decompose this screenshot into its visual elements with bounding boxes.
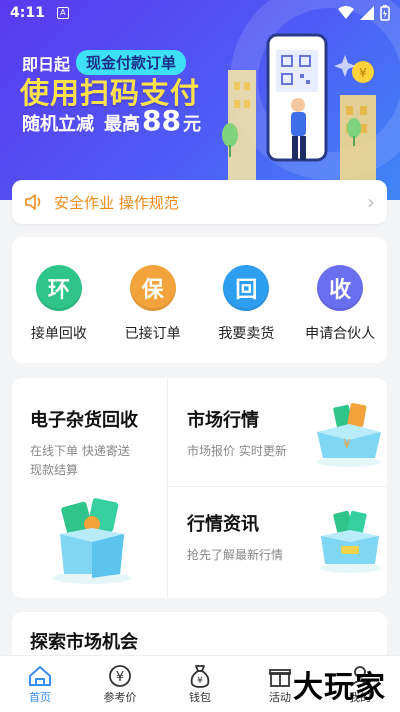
banner-unit: 元 <box>182 114 201 135</box>
quick-action-label: 已接订单 <box>124 326 181 342</box>
tab-reference-price[interactable]: ¥ 参考价 <box>80 656 160 712</box>
tab-wallet[interactable]: ¥ 钱包 <box>160 656 240 712</box>
feature-subtitle: 现款结算 <box>30 463 79 477</box>
home-icon <box>29 666 51 686</box>
notice-text: 安全作业 操作规范 <box>54 193 179 212</box>
quick-action-sell-goods[interactable]: 回 我要卖货 <box>202 265 290 363</box>
recycle-box-icon <box>52 498 132 584</box>
svg-text:¥: ¥ <box>116 670 124 685</box>
banner-amount: 88 <box>142 104 181 137</box>
quick-action-label: 接单回收 <box>30 326 87 342</box>
tab-label: 钱包 <box>189 691 211 704</box>
feature-subtitle: 在线下单 快递寄送 <box>30 444 130 458</box>
quick-action-accept-recycle[interactable]: 环 接单回收 <box>15 265 103 363</box>
feature-market-prices[interactable]: 市场行情 市场报价 实时更新 ¥ <box>169 378 387 487</box>
svg-text:¥: ¥ <box>197 676 203 686</box>
safety-notice-bar[interactable]: 安全作业 操作规范 › <box>12 180 387 224</box>
quick-action-label: 申请合伙人 <box>305 326 376 342</box>
status-time: 4:11 <box>10 5 45 21</box>
quick-action-apply-partner[interactable]: 收 申请合伙人 <box>296 265 384 363</box>
feature-subtitle: 抢先了解最新行情 <box>187 548 284 562</box>
news-box-icon <box>320 510 380 573</box>
yen-circle-icon: ¥ <box>109 665 131 687</box>
banner-line3: 随机立减 最高 88 元 <box>22 104 201 137</box>
tab-label: 首页 <box>29 691 51 704</box>
promo-banner[interactable]: 即日起 现金付款订单 使用扫码支付 随机立减 最高 88 元 ¥ <box>0 0 400 200</box>
explore-title: 探索市场机会 <box>30 632 138 653</box>
status-indicators <box>338 5 390 21</box>
quick-actions-panel: 环 接单回收 保 已接订单 回 我要卖货 收 申请合伙人 <box>12 237 387 363</box>
signal-icon <box>360 6 374 20</box>
speaker-icon <box>25 194 41 210</box>
svg-text:¥: ¥ <box>359 66 367 80</box>
wifi-icon <box>338 6 354 19</box>
partner-icon: 收 <box>317 265 364 311</box>
feature-title: 行情资讯 <box>187 514 259 535</box>
feature-market-news[interactable]: 行情资讯 抢先了解最新行情 <box>169 488 387 598</box>
tab-home[interactable]: 首页 <box>0 656 80 712</box>
chevron-right-icon: › <box>367 190 375 214</box>
svg-text:¥: ¥ <box>343 437 351 451</box>
battery-icon <box>380 5 390 21</box>
market-chart-icon: ¥ <box>317 403 381 467</box>
feature-title: 市场行情 <box>187 410 259 431</box>
status-bar: 4:11 A <box>0 0 400 26</box>
tab-label: 活动 <box>269 691 291 704</box>
watermark: 大玩家 <box>293 670 386 705</box>
feature-electronics-recycle[interactable]: 电子杂货回收 在线下单 快递寄送 现款结算 <box>12 378 168 598</box>
orders-icon: 保 <box>129 265 176 311</box>
banner-sub-b: 最高 <box>104 114 140 135</box>
wallet-bag-icon: ¥ <box>190 665 210 688</box>
feature-title: 电子杂货回收 <box>30 410 138 431</box>
recycle-icon: 环 <box>35 265 82 311</box>
feature-grid: 电子杂货回收 在线下单 快递寄送 现款结算 市场行情 市场报价 实时更新 ¥ 行… <box>12 378 387 598</box>
banner-illustration: ¥ <box>222 33 376 180</box>
banner-sub-a: 随机立减 <box>22 114 94 135</box>
tab-label: 参考价 <box>103 691 137 704</box>
quick-action-label: 我要卖货 <box>218 326 275 342</box>
feature-subtitle: 市场报价 实时更新 <box>187 444 287 458</box>
gift-icon <box>269 669 291 687</box>
notification-icon: A <box>56 7 69 19</box>
sell-icon: 回 <box>223 265 270 311</box>
quick-action-accepted-orders[interactable]: 保 已接订单 <box>109 265 197 363</box>
